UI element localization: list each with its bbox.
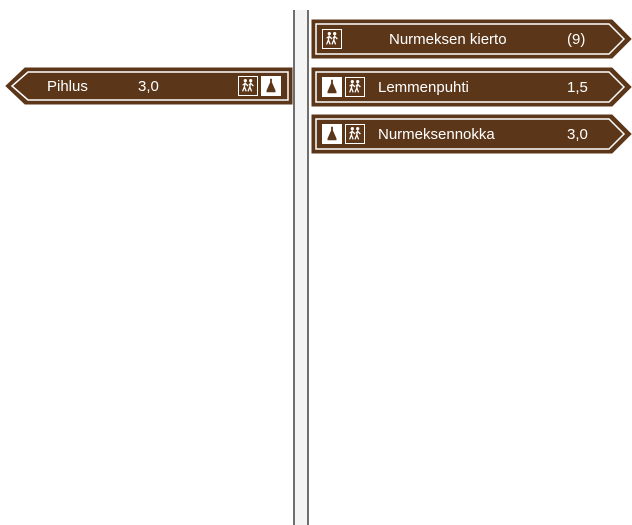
- sign-distance: 3,0: [138, 78, 159, 95]
- sign-distance: (9): [567, 31, 586, 48]
- sign-name: Nurmeksen kierto: [389, 31, 507, 48]
- sign-distance: 3,0: [567, 126, 588, 143]
- sign-nurmeksennokka: Nurmeksennokka 3,0: [311, 114, 632, 154]
- sign-distance: 1,5: [567, 79, 588, 96]
- hiking-icon: [322, 29, 342, 49]
- sign-nurmeksen-kierto: Nurmeksen kierto (9): [311, 19, 632, 59]
- sign-lemmenpuhti: Lemmenpuhti 1,5: [311, 67, 632, 107]
- boot-icon: [261, 76, 281, 96]
- boot-icon: [322, 124, 342, 144]
- sign-pihlus: Pihlus 3,0: [5, 67, 293, 105]
- boot-icon: [322, 77, 342, 97]
- hiking-icon: [238, 76, 258, 96]
- sign-name: Pihlus: [47, 78, 88, 95]
- sign-name: Lemmenpuhti: [378, 79, 469, 96]
- hiking-icon: [345, 124, 365, 144]
- sign-name: Nurmeksennokka: [378, 126, 495, 143]
- hiking-icon: [345, 77, 365, 97]
- signpost-pole: [293, 10, 309, 525]
